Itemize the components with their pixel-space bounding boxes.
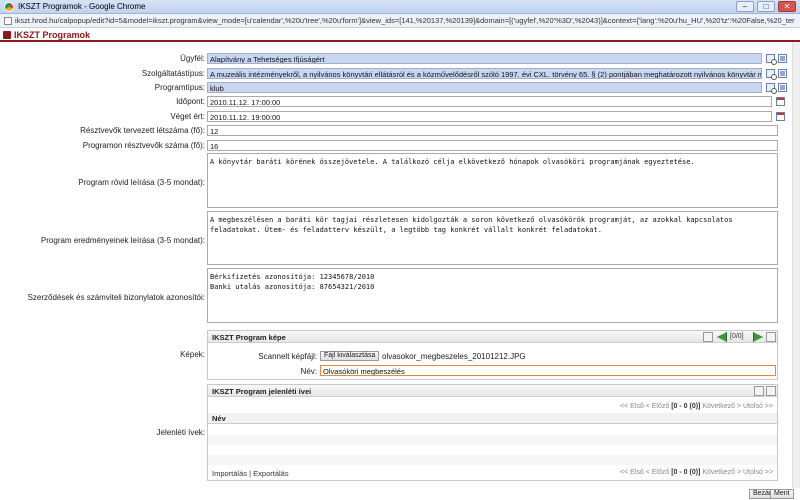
window-title: IKSZT Programok - Google Chrome — [18, 2, 146, 11]
ugyfel-field[interactable]: Alapítvány a Tehetséges Ifjúságért — [207, 53, 762, 64]
eredmenyek-label: Program eredményeinek leírása (3-5 monda… — [40, 236, 205, 245]
search-icon[interactable] — [766, 54, 777, 65]
edit-icon[interactable] — [778, 69, 787, 78]
list-view-icon[interactable] — [766, 386, 776, 396]
list-view-icon[interactable] — [766, 332, 776, 342]
rovid-leiras-label: Program rövid leírása (3-5 mondat): — [78, 178, 205, 187]
nev-input[interactable]: Olvasóköri megbeszélés — [320, 365, 776, 376]
search-icon[interactable] — [766, 69, 777, 80]
app-title: IKSZT Programok — [14, 30, 91, 40]
jelenleti-panel: IKSZT Program jelenléti ívei << Első < E… — [207, 384, 778, 481]
file-select-button[interactable]: Fájl kiválasztása — [320, 351, 380, 361]
pager-prev-link[interactable]: < Előző — [646, 469, 670, 476]
resztvevok-szama-field[interactable]: 16 — [207, 140, 778, 151]
page-icon — [4, 17, 12, 25]
close-window-button[interactable]: ✕ — [778, 1, 796, 12]
search-icon[interactable] — [766, 83, 777, 94]
pager-range: [0 - 0 (0)] — [671, 469, 701, 476]
tervezett-letszam-field[interactable]: 12 — [207, 125, 778, 136]
resztvevok-szama-label: Programon résztvevők száma (fő): — [82, 141, 205, 150]
nev-label: Név: — [300, 367, 317, 376]
link-separator: | — [249, 469, 252, 478]
jelenleti-panel-title: IKSZT Program jelenléti ívei — [208, 385, 777, 397]
szerzodesek-textarea[interactable]: Bérkifizetés azonosítója: 12345678/2010 … — [207, 268, 778, 323]
programtipus-label: Programtípus: — [154, 83, 205, 92]
calendar-icon[interactable] — [776, 112, 785, 121]
jelenleti-pager-bottom: << Első < Előző [0 - 0 (0)] Következő > … — [620, 469, 773, 476]
column-header-nev[interactable]: Név — [208, 413, 777, 424]
new-record-icon[interactable] — [703, 332, 713, 342]
page-scrollbar[interactable] — [792, 42, 800, 488]
pager-last-link[interactable]: Utolsó >> — [743, 469, 773, 476]
jelenleti-label: Jelenléti ívek: — [156, 428, 205, 437]
pager-first-link[interactable]: << Első — [620, 469, 644, 476]
chrome-icon — [4, 2, 14, 12]
kep-panel: IKSZT Program képe [0/0] Scannelt képfáj… — [207, 330, 778, 380]
pager-range: [0 - 0 (0)] — [671, 403, 701, 410]
window-titlebar: IKSZT Programok - Google Chrome – □ ✕ — [0, 0, 800, 14]
column-header-label: Név — [212, 414, 226, 423]
export-link[interactable]: Exportálás — [253, 469, 288, 478]
szerzodesek-label: Szerződések és számviteli bizonylatok az… — [27, 293, 205, 302]
import-link[interactable]: Importálás — [212, 469, 247, 478]
programtipus-field[interactable]: klub — [207, 82, 762, 93]
edit-icon[interactable] — [778, 54, 787, 63]
import-export-links: Importálás | Exportálás — [212, 469, 289, 478]
file-name: olvasokor_megbeszeles_20101212.JPG — [382, 352, 526, 361]
address-bar[interactable]: ikszt.hrod.hu/calpopup/edit?id=5&model=i… — [0, 14, 800, 28]
idopont-label: Időpont: — [176, 97, 205, 106]
szolgaltatas-label: Szolgáltatástípus: — [141, 69, 205, 78]
app-header: IKSZT Programok — [0, 29, 800, 42]
kepek-label: Képek: — [180, 350, 205, 359]
jelenleti-pager: << Első < Előző [0 - 0 (0)] Következő > … — [620, 403, 773, 410]
new-record-icon[interactable] — [754, 386, 764, 396]
save-button[interactable]: Ment — [770, 489, 794, 499]
rovid-leiras-textarea[interactable]: A könyvtár baráti körének összejövetele.… — [207, 153, 778, 208]
veget-ert-label: Véget ért: — [170, 112, 205, 121]
eredmenyek-textarea[interactable]: A megbeszélésen a baráti kör tagjai rész… — [207, 211, 778, 265]
pager-next-link[interactable]: Következő > — [702, 403, 741, 410]
veget-ert-field[interactable]: 2010.11.12. 19:00:00 — [207, 111, 772, 122]
kep-counter: [0/0] — [730, 333, 744, 340]
maximize-button[interactable]: □ — [757, 1, 775, 12]
pager-first-link[interactable]: << Első — [620, 403, 644, 410]
pager-prev-link[interactable]: < Előző — [646, 403, 670, 410]
table-body — [208, 425, 777, 465]
pager-next-link[interactable]: Következő > — [702, 469, 741, 476]
kep-panel-title: IKSZT Program képe — [208, 331, 777, 343]
szolgaltatas-field[interactable]: A muzeális intézményekről, a nyilvános k… — [207, 68, 762, 79]
ugyfel-label: Ügyfél: — [180, 54, 205, 63]
app-logo-icon — [3, 31, 11, 39]
url-text[interactable]: ikszt.hrod.hu/calpopup/edit?id=5&model=i… — [15, 16, 795, 26]
minimize-button[interactable]: – — [736, 1, 754, 12]
pager-last-link[interactable]: Utolsó >> — [743, 403, 773, 410]
idopont-field[interactable]: 2010.11.12. 17:00:00 — [207, 96, 772, 107]
tervezett-letszam-label: Résztvevők tervezett létszáma (fő): — [80, 126, 205, 135]
edit-icon[interactable] — [778, 83, 787, 92]
scan-label: Scannelt képfájl: — [258, 352, 317, 361]
calendar-icon[interactable] — [776, 97, 785, 106]
